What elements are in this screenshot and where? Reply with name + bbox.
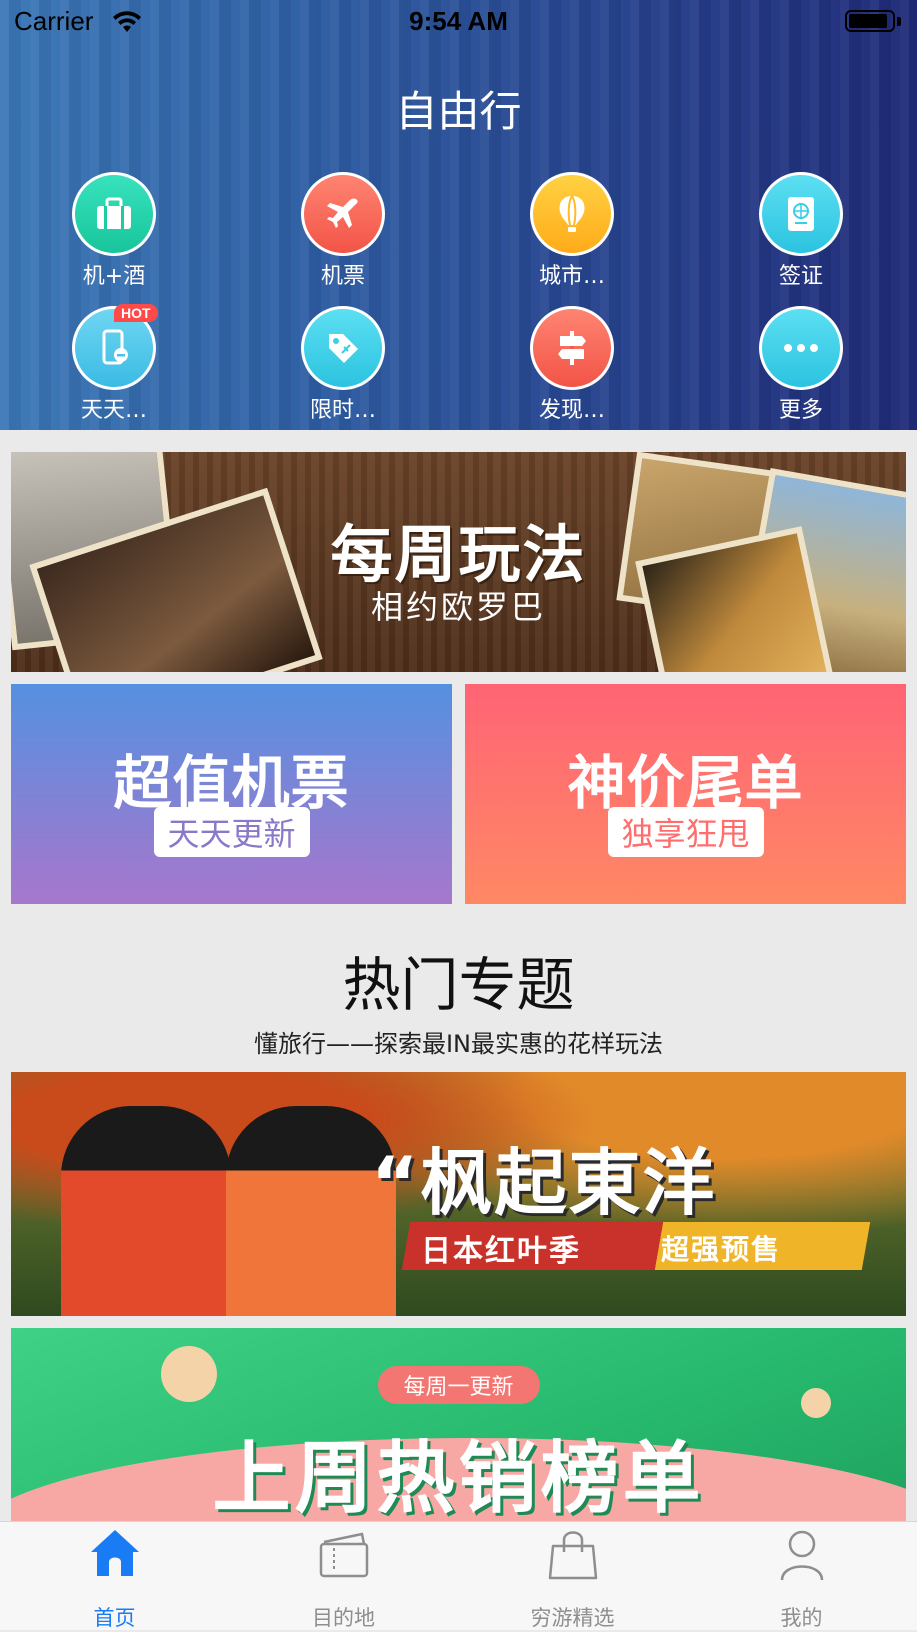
deal-banner-tag: 独享狂甩: [607, 807, 764, 857]
tab-destination[interactable]: 目的地: [229, 1522, 458, 1631]
balloon-icon: [530, 172, 614, 256]
tab-label: 我的: [780, 1606, 823, 1630]
japan-banner-title: “枫起東洋: [371, 1141, 717, 1225]
section-title: 热门专题: [342, 951, 575, 1019]
shopping-bag-icon: [548, 1531, 597, 1580]
category-flight-hotel[interactable]: 机+酒: [34, 172, 194, 290]
status-bar: Carrier 9:54 AM: [0, 0, 917, 44]
japan-banner-subtitle: 日本红叶季: [421, 1234, 581, 1269]
category-label: 机票: [320, 264, 365, 289]
category-limited[interactable]: 限时…: [263, 306, 423, 424]
category-label: 天天…: [80, 398, 147, 423]
header: Carrier 9:54 AM 自由行 机+酒 机票 城市… 签证 HOT 天天…: [0, 0, 917, 430]
signpost-icon: [530, 306, 614, 390]
bestseller-banner[interactable]: 每周一更新 上周热销榜单: [11, 1328, 906, 1521]
last-minute-banner[interactable]: 神价尾单 独享狂甩: [465, 684, 906, 904]
tab-label: 穷游精选: [530, 1606, 615, 1630]
tab-label: 目的地: [312, 1606, 375, 1630]
passport-icon: [759, 172, 843, 256]
category-more[interactable]: 更多: [721, 306, 881, 424]
section-subtitle: 懂旅行——探索最IN最实惠的花样玩法: [253, 1030, 664, 1058]
airplane-icon: [301, 172, 385, 256]
bestseller-title: 上周热销榜单: [212, 1434, 705, 1521]
category-label: 发现…: [538, 398, 605, 423]
banner-decoration: [161, 1346, 217, 1402]
weekly-banner[interactable]: 每周玩法 相约欧罗巴: [11, 452, 906, 672]
tab-featured[interactable]: 穷游精选: [458, 1522, 687, 1631]
japan-banner-tag: 超强预售: [661, 1233, 782, 1266]
banner-decoration: [801, 1388, 831, 1418]
flight-banner-tag: 天天更新: [153, 807, 310, 857]
hot-badge: HOT: [114, 304, 158, 322]
category-label: 城市…: [538, 264, 605, 289]
tab-label: 首页: [93, 1606, 136, 1630]
weekly-banner-subtitle: 相约欧罗巴: [370, 588, 546, 626]
battery-icon: [845, 10, 903, 34]
home-icon: [90, 1530, 139, 1576]
tab-home[interactable]: 首页: [0, 1522, 229, 1631]
japan-autumn-banner[interactable]: “枫起東洋 日本红叶季 超强预售: [11, 1072, 906, 1316]
category-label: 限时…: [309, 398, 376, 423]
status-time: 9:54 AM: [409, 6, 508, 36]
tag-icon: [301, 306, 385, 390]
briefcase-icon: [72, 172, 156, 256]
category-label: 签证: [778, 264, 823, 289]
category-visa[interactable]: 签证: [721, 172, 881, 290]
flight-deal-banner[interactable]: 超值机票 天天更新: [11, 684, 452, 904]
category-discover[interactable]: 发现…: [492, 306, 652, 424]
category-city[interactable]: 城市…: [492, 172, 652, 290]
tab-bar: 首页 目的地 穷游精选 我的: [0, 1521, 917, 1630]
category-daily[interactable]: HOT 天天…: [34, 304, 194, 424]
weekly-banner-title: 每周玩法: [330, 518, 587, 591]
category-flight[interactable]: 机票: [263, 172, 423, 290]
category-label: 机+酒: [82, 264, 146, 289]
tab-profile[interactable]: 我的: [687, 1522, 916, 1631]
person-icon: [780, 1530, 823, 1581]
ticket-icon: [319, 1532, 368, 1578]
geisha-figure: [61, 1106, 231, 1316]
more-icon: [759, 306, 843, 390]
bestseller-pill: 每周一更新: [377, 1366, 540, 1404]
page-title: 自由行: [395, 87, 522, 136]
category-label: 更多: [778, 398, 823, 423]
